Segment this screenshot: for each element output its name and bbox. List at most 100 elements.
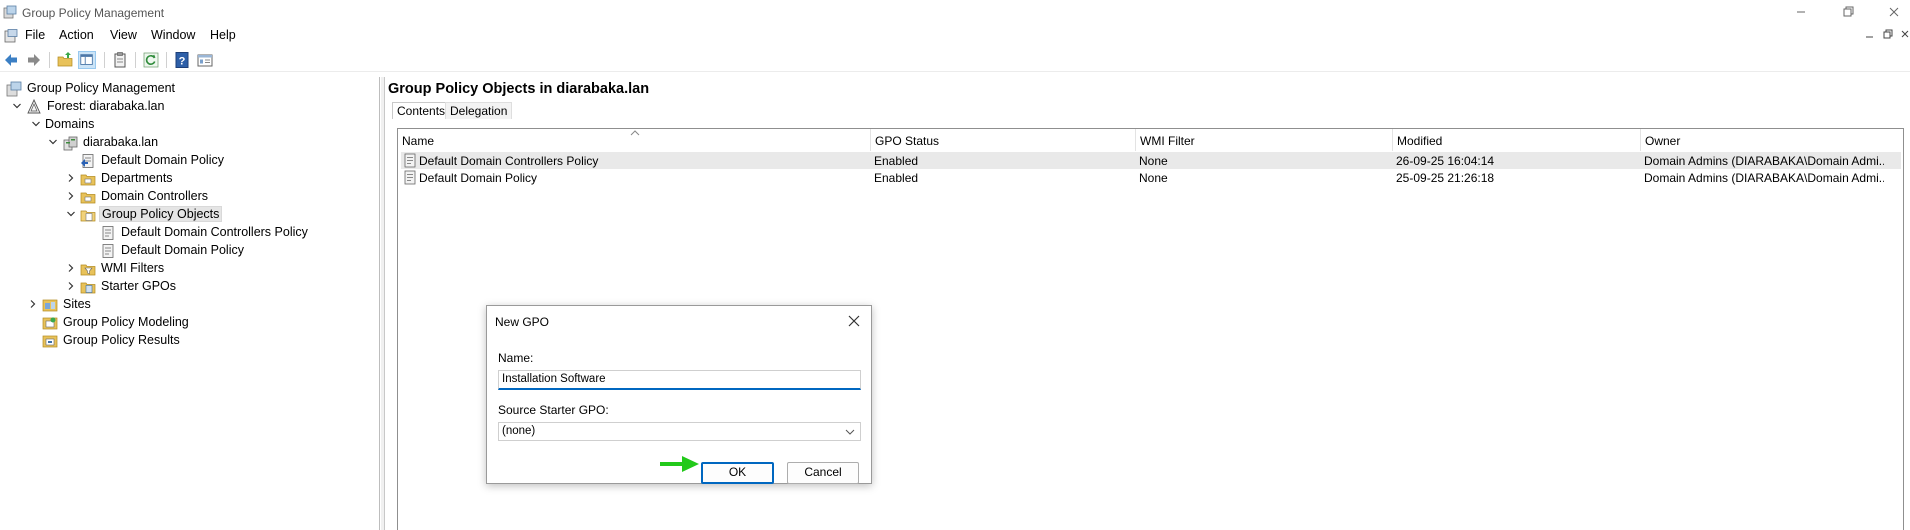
forest-icon xyxy=(27,99,41,114)
page-title: Group Policy Objects in diarabaka.lan xyxy=(388,81,650,97)
chevron-down-icon[interactable] xyxy=(12,101,22,111)
child-close-icon[interactable] xyxy=(1900,28,1910,40)
tree-item-label: Group Policy Objects xyxy=(99,206,223,222)
menu-window[interactable]: Window xyxy=(151,28,195,42)
tree-item-label: Default Domain Policy xyxy=(101,153,224,167)
tree-item-label: Default Domain Policy xyxy=(121,243,244,257)
tree-item-label: Sites xyxy=(63,297,91,311)
tree-item-label: Group Policy Management xyxy=(27,81,175,95)
column-header-owner[interactable]: Owner xyxy=(1641,129,1903,151)
restore-icon[interactable] xyxy=(1833,2,1863,22)
starter-gpo-icon xyxy=(80,282,96,294)
chevron-right-icon[interactable] xyxy=(66,173,76,183)
column-header-wmi-filter[interactable]: WMI Filter xyxy=(1136,129,1393,151)
cell-gpo-status: Enabled xyxy=(874,171,919,185)
domain-icon xyxy=(63,136,78,151)
chevron-down-icon[interactable] xyxy=(48,137,58,147)
tree-item-label: Group Policy Results xyxy=(63,333,180,347)
table-row[interactable]: Default Domain Policy Enabled None 25-09… xyxy=(401,169,1901,186)
gpm-root-icon xyxy=(6,81,22,97)
chevron-down-icon[interactable] xyxy=(66,209,76,219)
show-hide-tree-icon[interactable] xyxy=(78,51,96,69)
chevron-right-icon[interactable] xyxy=(66,263,76,273)
console-tree: Group Policy Management Forest: diarabak… xyxy=(0,77,380,530)
up-folder-icon[interactable] xyxy=(56,51,74,69)
tab-contents[interactable]: Contents xyxy=(392,102,451,119)
gpo-icon xyxy=(102,244,114,258)
tree-item-label: Group Policy Modeling xyxy=(63,315,189,329)
gpo-name-input[interactable]: Installation Software xyxy=(498,370,861,390)
menu-help[interactable]: Help xyxy=(210,28,236,42)
chevron-down-icon[interactable] xyxy=(31,119,41,129)
window-title: Group Policy Management xyxy=(22,6,165,20)
column-header-gpo-status[interactable]: GPO Status xyxy=(871,129,1136,151)
cell-name: Default Domain Controllers Policy xyxy=(419,154,599,168)
ok-button[interactable]: OK xyxy=(701,462,774,484)
gpo-icon xyxy=(404,170,416,185)
toolbar: ? xyxy=(0,48,1910,72)
gpo-icon xyxy=(404,153,416,168)
child-minimize-icon[interactable] xyxy=(1864,28,1876,40)
gpo-icon xyxy=(102,226,114,240)
tree-item-label: Domain Controllers xyxy=(101,189,208,203)
cell-owner: Domain Admins (DIARABAKA\Domain Admi... xyxy=(1644,154,1884,168)
toolbar-separator xyxy=(49,52,50,68)
source-starter-gpo-select[interactable]: (none) xyxy=(498,422,861,441)
column-header-modified[interactable]: Modified xyxy=(1393,129,1641,151)
tree-item-label: Default Domain Controllers Policy xyxy=(121,225,308,239)
menu-view[interactable]: View xyxy=(110,28,137,42)
menu-file[interactable]: File xyxy=(25,28,45,42)
tree-item-label: Departments xyxy=(101,171,173,185)
sites-icon xyxy=(42,299,58,312)
refresh-icon[interactable] xyxy=(142,51,160,69)
title-bar: Group Policy Management xyxy=(0,0,1910,25)
source-starter-gpo-label: Source Starter GPO: xyxy=(498,403,609,417)
pane-splitter[interactable] xyxy=(381,77,385,530)
minimize-icon[interactable] xyxy=(1786,2,1816,22)
tab-delegation[interactable]: Delegation xyxy=(445,102,513,119)
chevron-right-icon[interactable] xyxy=(66,191,76,201)
toolbar-separator xyxy=(166,52,167,68)
name-label: Name: xyxy=(498,351,534,365)
cell-owner: Domain Admins (DIARABAKA\Domain Admi... xyxy=(1644,171,1884,185)
toolbar-separator xyxy=(104,52,105,68)
results-icon xyxy=(42,335,58,348)
chevron-down-icon xyxy=(845,429,855,435)
svg-text:?: ? xyxy=(179,56,186,68)
chevron-right-icon[interactable] xyxy=(28,299,38,309)
column-header-name[interactable]: Name xyxy=(398,129,871,151)
child-restore-icon[interactable] xyxy=(1882,28,1894,40)
chevron-right-icon[interactable] xyxy=(66,281,76,291)
cell-gpo-status: Enabled xyxy=(874,154,919,168)
tree-item-label: Starter GPOs xyxy=(101,279,177,293)
back-arrow-icon[interactable] xyxy=(2,51,20,69)
help-icon[interactable]: ? xyxy=(173,51,191,69)
console-doc-icon[interactable] xyxy=(4,29,18,43)
gpm-app-icon xyxy=(3,5,17,19)
tree-item-label: WMI Filters xyxy=(101,261,165,275)
properties-icon[interactable] xyxy=(196,51,214,69)
tree-item-label: Domains xyxy=(45,117,95,131)
menu-action[interactable]: Action xyxy=(59,28,94,42)
tree-item-label: diarabaka.lan xyxy=(83,135,159,149)
dialog-title-bar[interactable]: New GPO xyxy=(487,306,871,336)
cell-modified: 25-09-25 21:26:18 xyxy=(1396,171,1495,185)
source-starter-gpo-value: (none) xyxy=(502,425,536,437)
cancel-button[interactable]: Cancel xyxy=(787,462,859,484)
table-row[interactable]: Default Domain Controllers Policy Enable… xyxy=(401,152,1901,169)
clipboard-icon[interactable] xyxy=(111,51,129,69)
close-icon[interactable] xyxy=(1879,2,1909,22)
forward-arrow-icon[interactable] xyxy=(25,51,43,69)
gpo-folder-icon xyxy=(80,210,96,222)
toolbar-separator xyxy=(135,52,136,68)
cell-modified: 26-09-25 16:04:14 xyxy=(1396,154,1495,168)
ou-icon xyxy=(80,174,96,186)
pointer-arrow-icon xyxy=(660,456,699,472)
close-icon[interactable] xyxy=(845,312,863,330)
cell-wmi-filter: None xyxy=(1139,154,1168,168)
tree-item-label: Forest: diarabaka.lan xyxy=(47,99,165,113)
wmi-filter-icon xyxy=(80,264,96,276)
cell-name: Default Domain Policy xyxy=(419,171,538,185)
modeling-icon xyxy=(42,317,58,330)
dialog-title: New GPO xyxy=(495,315,550,329)
